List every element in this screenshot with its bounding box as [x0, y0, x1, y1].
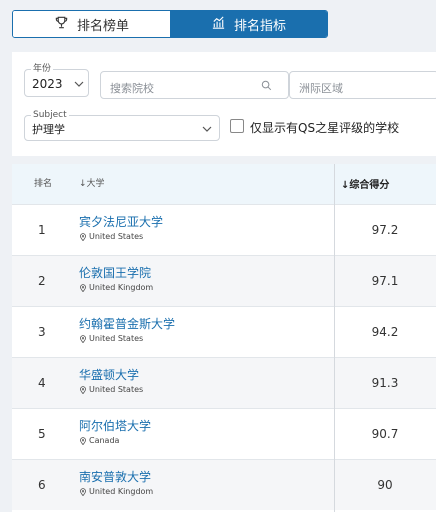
score-cell: 94.2 [371, 325, 399, 339]
country-text: United Kingdom [89, 283, 154, 292]
country-text: Canada [89, 436, 120, 445]
rank-column-header[interactable]: 排名 [34, 176, 52, 189]
subject-select[interactable]: Subject 护理学 [24, 109, 220, 141]
location-pin-icon [80, 232, 86, 241]
tab-rankings-label: 排名榜单 [76, 18, 129, 34]
rank-cell: 3 [38, 325, 46, 339]
chevron-down-icon [74, 81, 84, 87]
location-pin-icon [80, 283, 86, 292]
tab-indicators[interactable]: 排名指标 [170, 11, 327, 37]
location-pin-icon [80, 385, 86, 394]
country-text: United States [89, 232, 144, 241]
qs-stars-checkbox-label[interactable]: 仅显示有QS之星评级的学校 [250, 119, 399, 136]
country-label: United States [79, 232, 143, 241]
region-select[interactable]: 洲际区域 [289, 71, 436, 99]
university-column-header[interactable]: ↓大学 [79, 176, 105, 189]
qs-stars-checkbox[interactable] [230, 119, 244, 133]
score-column-header[interactable]: ↓综合得分 [341, 176, 389, 191]
table-row: 6 南安普敦大学 United Kingdom 90 [12, 459, 436, 510]
subject-legend: Subject [31, 109, 69, 121]
country-label: United Kingdom [79, 283, 153, 292]
column-divider [334, 164, 335, 512]
table-row: 3 约翰霍普金斯大学 United States 94.2 [12, 306, 436, 357]
country-label: United Kingdom [79, 487, 153, 496]
score-cell: 90.7 [371, 427, 399, 441]
country-label: United States [79, 334, 143, 343]
tab-indicators-label: 排名指标 [233, 18, 286, 34]
rank-cell: 6 [38, 478, 46, 492]
score-cell: 97.2 [371, 223, 399, 237]
university-link[interactable]: 南安普敦大学 [79, 468, 151, 485]
search-icon [261, 80, 272, 91]
university-link[interactable]: 宾夕法尼亚大学 [79, 213, 163, 230]
university-link[interactable]: 华盛顿大学 [79, 366, 139, 383]
rank-cell: 1 [38, 223, 46, 237]
table-row: 5 阿尔伯塔大学 Canada 90.7 [12, 408, 436, 459]
score-cell: 97.1 [371, 274, 399, 288]
location-pin-icon [80, 334, 86, 343]
region-placeholder: 洲际区域 [299, 82, 343, 95]
score-cell: 90 [377, 478, 393, 492]
year-value: 2023 [32, 77, 63, 91]
tab-rankings[interactable]: 排名榜单 [13, 11, 170, 37]
country-text: United States [89, 385, 144, 394]
ranking-tabs: 排名榜单 排名指标 [12, 10, 328, 38]
location-pin-icon [80, 487, 86, 496]
country-text: United States [89, 334, 144, 343]
score-cell: 91.3 [371, 376, 399, 390]
table-row: 2 伦敦国王学院 United Kingdom 97.1 [12, 255, 436, 306]
university-link[interactable]: 阿尔伯塔大学 [79, 417, 151, 434]
rank-cell: 2 [38, 274, 46, 288]
table-row: 4 华盛顿大学 United States 91.3 [12, 357, 436, 408]
filter-panel: 年份 2023 搜索院校 洲际区域 Subject 护理学 仅显示有QS之星评级… [12, 52, 436, 156]
rank-cell: 5 [38, 427, 46, 441]
university-link[interactable]: 约翰霍普金斯大学 [79, 315, 175, 332]
table-row: 1 宾夕法尼亚大学 United States 97.2 [12, 204, 436, 255]
search-placeholder: 搜索院校 [110, 82, 154, 95]
chevron-down-icon [202, 126, 212, 132]
country-text: United Kingdom [89, 487, 154, 496]
rank-cell: 4 [38, 376, 46, 390]
country-label: Canada [79, 436, 119, 445]
trophy-icon [54, 15, 69, 34]
university-link[interactable]: 伦敦国王学院 [79, 264, 151, 281]
ranking-table: 排名 ↓大学 ↓综合得分 1 宾夕法尼亚大学 United States 97.… [12, 164, 436, 512]
subject-value: 护理学 [32, 123, 65, 136]
year-legend: 年份 [31, 63, 54, 75]
year-select[interactable]: 年份 2023 [24, 63, 89, 97]
table-header: 排名 ↓大学 ↓综合得分 [12, 164, 436, 204]
country-label: United States [79, 385, 143, 394]
bar-chart-icon [211, 15, 226, 34]
search-input[interactable]: 搜索院校 [100, 71, 289, 99]
location-pin-icon [80, 436, 86, 445]
